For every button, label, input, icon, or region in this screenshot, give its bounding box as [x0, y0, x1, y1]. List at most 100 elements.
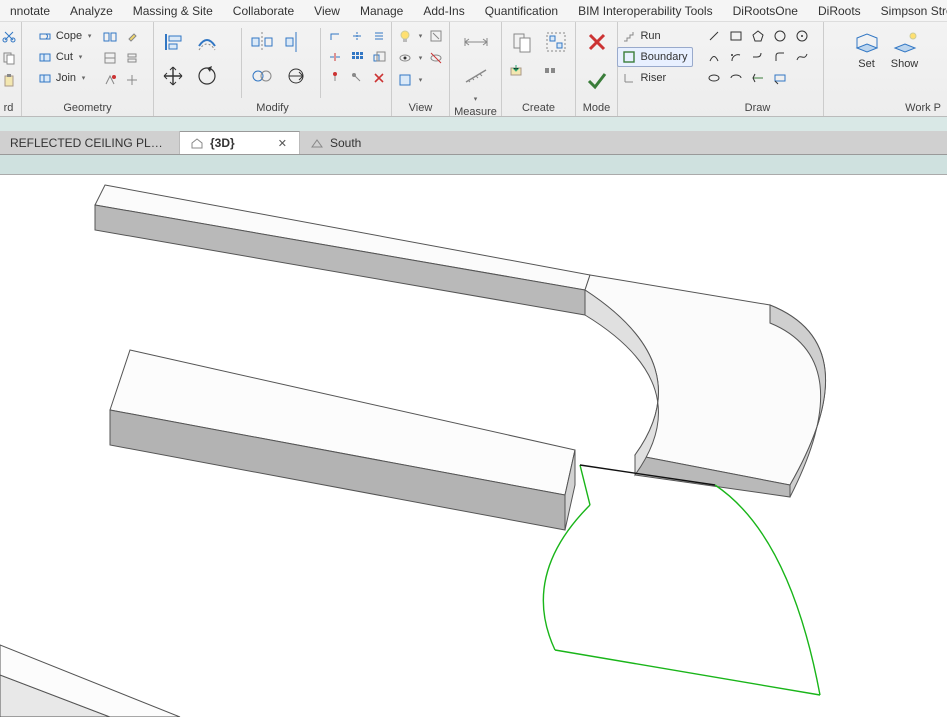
- menu-collaborate[interactable]: Collaborate: [223, 2, 304, 20]
- join-button[interactable]: Join ▾: [33, 68, 98, 88]
- tab-reflected-ceiling[interactable]: REFLECTED CEILING PLANS...: [0, 131, 180, 154]
- menu-addins[interactable]: Add-Ins: [413, 2, 474, 20]
- menu-quant[interactable]: Quantification: [475, 2, 568, 20]
- ellipse-icon[interactable]: [704, 68, 724, 88]
- boundary-button[interactable]: Boundary: [617, 47, 692, 67]
- split-face-icon[interactable]: [100, 48, 120, 68]
- panel-roof-spacer: [622, 100, 688, 116]
- partial-ellipse-icon[interactable]: [726, 68, 746, 88]
- reveal-icon[interactable]: [426, 48, 446, 68]
- cancel-edit-mode-icon[interactable]: [581, 26, 613, 58]
- align-icon[interactable]: [157, 26, 189, 58]
- create-similar-icon[interactable]: [506, 26, 538, 58]
- run-label: Run: [640, 30, 660, 42]
- chevron-down-icon[interactable]: ▾: [77, 47, 84, 67]
- mirror-draw-icon[interactable]: [280, 26, 312, 58]
- pick-lines-icon[interactable]: [748, 68, 768, 88]
- override-icon[interactable]: [426, 26, 446, 46]
- polygon-circumscribed-icon[interactable]: [770, 26, 790, 46]
- panel-view-label: View: [396, 100, 445, 116]
- chevron-down-icon[interactable]: ▾: [472, 94, 479, 104]
- arc-tangent-icon[interactable]: [748, 47, 768, 67]
- mirror-axis-icon[interactable]: [246, 26, 278, 58]
- panel-modify-label: Modify: [158, 100, 387, 116]
- finish-edit-mode-icon[interactable]: [581, 64, 613, 96]
- menu-diroots[interactable]: DiRoots: [808, 2, 871, 20]
- chevron-down-icon[interactable]: ▾: [417, 26, 424, 46]
- rotate-icon[interactable]: [191, 60, 223, 92]
- paste-icon[interactable]: [0, 70, 19, 90]
- scale-icon[interactable]: [369, 47, 389, 67]
- pin-icon[interactable]: [325, 68, 345, 88]
- show-workplane-icon[interactable]: [889, 26, 921, 58]
- copy-move-icon[interactable]: [246, 60, 278, 92]
- tab-south-label: South: [330, 136, 361, 150]
- cut-geom-button[interactable]: Cut ▾: [33, 47, 98, 67]
- menu-manage[interactable]: Manage: [350, 2, 413, 20]
- create-group-icon[interactable]: [540, 26, 572, 58]
- tab-rcp-label: REFLECTED CEILING PLANS...: [10, 136, 169, 150]
- demolish-icon[interactable]: [100, 70, 120, 90]
- menu-massing[interactable]: Massing & Site: [123, 2, 223, 20]
- panel-clipboard-label: rd: [0, 100, 17, 116]
- riser-button[interactable]: Riser: [617, 68, 692, 88]
- delete-icon[interactable]: [369, 68, 389, 88]
- tab-3d[interactable]: {3D} ✕: [180, 131, 300, 154]
- lightbulb-icon[interactable]: [395, 26, 415, 46]
- set-workplane-icon[interactable]: [851, 26, 883, 58]
- aligned-dim-icon[interactable]: [460, 26, 492, 58]
- pick-walls-icon[interactable]: [770, 68, 790, 88]
- chevron-down-icon[interactable]: ▾: [80, 68, 87, 88]
- trim-ext-corner-icon[interactable]: [325, 26, 345, 46]
- template-icon[interactable]: [395, 70, 415, 90]
- panel-geometry-label: Geometry: [26, 100, 149, 116]
- cut-icon[interactable]: [0, 26, 19, 46]
- ribbon: rd Cope ▾ Cut ▾ Join ▾: [0, 22, 947, 117]
- circle-icon[interactable]: [792, 26, 812, 46]
- split-icon[interactable]: [325, 47, 345, 67]
- copy-icon[interactable]: [0, 48, 19, 68]
- array-icon[interactable]: [347, 47, 367, 67]
- menu-analyze[interactable]: Analyze: [60, 2, 123, 20]
- close-icon[interactable]: ✕: [276, 137, 289, 150]
- beam-joins-icon[interactable]: [122, 48, 142, 68]
- rectangle-icon[interactable]: [726, 26, 746, 46]
- spline-icon[interactable]: [792, 47, 812, 67]
- hide-icon[interactable]: [395, 48, 415, 68]
- paint-icon[interactable]: [122, 26, 142, 46]
- menu-bar: nnotate Analyze Massing & Site Collabora…: [0, 0, 947, 22]
- trim-ext-multi-icon[interactable]: [369, 26, 389, 46]
- line-icon[interactable]: [704, 26, 724, 46]
- riser-label: Riser: [640, 72, 666, 84]
- wall-joins-icon[interactable]: [122, 70, 142, 90]
- load-family-icon[interactable]: [506, 60, 526, 80]
- menu-annotate[interactable]: nnotate: [0, 2, 60, 20]
- panel-workplane-label: Work P: [828, 100, 943, 116]
- panel-draw-label: Draw: [696, 100, 819, 116]
- menu-dirootsone[interactable]: DiRootsOne: [723, 2, 808, 20]
- arc-start-end-icon[interactable]: [704, 47, 724, 67]
- unpin-icon[interactable]: [347, 68, 367, 88]
- assembly-icon[interactable]: [540, 60, 560, 80]
- trim-ext-single-icon[interactable]: [347, 26, 367, 46]
- wall-opening-icon[interactable]: [100, 26, 120, 46]
- panel-measure-label: Measure: [454, 104, 497, 120]
- measure-icon[interactable]: [460, 60, 492, 92]
- cope-button[interactable]: Cope ▾: [33, 26, 98, 46]
- fillet-arc-icon[interactable]: [770, 47, 790, 67]
- boundary-label: Boundary: [640, 51, 687, 63]
- rotate-copy-icon[interactable]: [280, 60, 312, 92]
- tab-south[interactable]: South: [300, 131, 371, 154]
- menu-simpson[interactable]: Simpson Strong: [871, 2, 947, 20]
- move-icon[interactable]: [157, 60, 189, 92]
- menu-bim[interactable]: BIM Interoperability Tools: [568, 2, 723, 20]
- chevron-down-icon[interactable]: ▾: [86, 26, 93, 46]
- polygon-inscribed-icon[interactable]: [748, 26, 768, 46]
- run-button[interactable]: Run: [617, 26, 692, 46]
- set-label: Set: [858, 58, 875, 70]
- menu-view[interactable]: View: [304, 2, 350, 20]
- model-canvas[interactable]: [0, 175, 947, 717]
- panel-create-label: Create: [506, 100, 571, 116]
- arc-center-icon[interactable]: [726, 47, 746, 67]
- offset-icon[interactable]: [191, 26, 223, 58]
